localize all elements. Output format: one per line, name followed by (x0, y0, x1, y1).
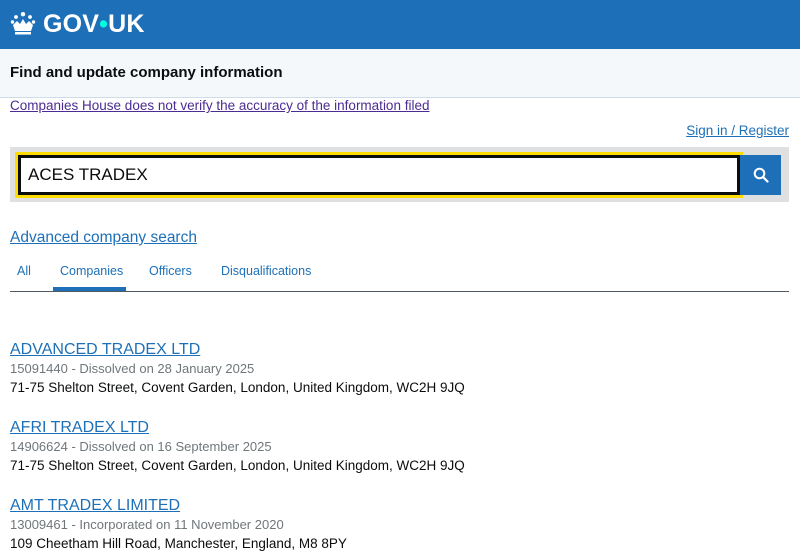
result-title-link[interactable]: AFRI TRADEX LTD (10, 418, 789, 438)
govuk-logo-text: GOV•UK (43, 8, 145, 40)
search-tabs: All Companies Officers Disqualifications (10, 255, 789, 292)
search-input[interactable] (15, 152, 743, 198)
govuk-header: GOV•UK (0, 0, 800, 49)
result-item: AMT TRADEX LIMITED 13009461 - Incorporat… (10, 496, 789, 554)
tab-companies[interactable]: Companies (60, 264, 123, 278)
search-button[interactable] (740, 155, 781, 195)
result-title-link[interactable]: ADVANCED TRADEX LTD (10, 340, 789, 360)
search-form (10, 147, 789, 202)
result-address: 71-75 Shelton Street, Covent Garden, Lon… (10, 380, 465, 395)
tab-disqualifications[interactable]: Disqualifications (221, 264, 311, 278)
result-meta: 13009461 - Incorporated on 11 November 2… (10, 517, 284, 532)
result-meta: 15091440 - Dissolved on 28 January 2025 (10, 361, 255, 376)
result-title-link[interactable]: AMT TRADEX LIMITED (10, 496, 789, 516)
service-bar: Find and update company information (0, 49, 800, 98)
advanced-company-search-link[interactable]: Advanced company search (10, 229, 197, 247)
logo-gov: GOV (43, 10, 100, 38)
result-item: ADVANCED TRADEX LTD 15091440 - Dissolved… (10, 340, 789, 398)
logo-uk: UK (108, 10, 145, 38)
sign-in-register-link[interactable]: Sign in / Register (686, 123, 789, 138)
disclaimer-link[interactable]: Companies House does not verify the accu… (10, 98, 429, 113)
search-icon (753, 167, 769, 183)
result-item: AFRI TRADEX LTD 14906624 - Dissolved on … (10, 418, 789, 476)
tab-officers[interactable]: Officers (149, 264, 192, 278)
active-tab-indicator (53, 287, 126, 291)
service-name: Find and update company information (10, 64, 283, 81)
tab-all[interactable]: All (17, 264, 31, 278)
result-address: 109 Cheetham Hill Road, Manchester, Engl… (10, 536, 347, 551)
logo-dot: • (99, 10, 109, 38)
result-address: 71-75 Shelton Street, Covent Garden, Lon… (10, 458, 465, 473)
crown-icon (10, 12, 36, 35)
govuk-logo-link[interactable]: GOV•UK (10, 8, 145, 40)
result-meta: 14906624 - Dissolved on 16 September 202… (10, 439, 272, 454)
